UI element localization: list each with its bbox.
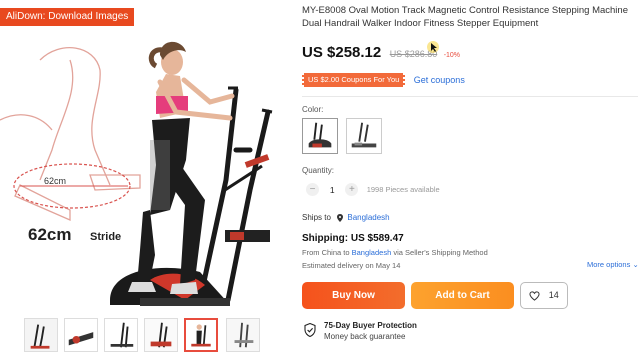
diagram-measure-small: 62cm bbox=[44, 176, 66, 186]
wishlist-button[interactable]: 14 bbox=[520, 282, 568, 309]
shipping-route-suffix: via Seller's Shipping Method bbox=[393, 248, 488, 257]
quantity-decrease-button[interactable]: − bbox=[306, 183, 319, 196]
product-title: MY-E8008 Oval Motion Track Magnetic Cont… bbox=[302, 5, 628, 29]
product-gallery: 62cm 62cm Stride AliDown: Download Image… bbox=[0, 0, 290, 312]
quantity-available: 1998 Pieces available bbox=[366, 185, 440, 194]
color-label: Color: bbox=[302, 105, 324, 114]
quantity-label: Quantity: bbox=[302, 166, 335, 175]
shield-check-icon bbox=[304, 323, 316, 337]
ships-to-row: Ships to Bangladesh bbox=[302, 213, 390, 222]
protection-subtitle: Money back guarantee bbox=[324, 332, 406, 341]
thumbnail-4[interactable] bbox=[144, 318, 178, 352]
thumbnail-5[interactable] bbox=[184, 318, 218, 352]
diagram-measure-large: 62cm bbox=[28, 225, 71, 244]
estimated-delivery: Estimated delivery on May 14 bbox=[302, 261, 401, 270]
coupon-badge[interactable]: US $2.00 Coupons For You bbox=[302, 72, 406, 87]
download-images-badge[interactable]: AliDown: Download Images bbox=[0, 8, 135, 26]
add-to-cart-button[interactable]: Add to Cart bbox=[411, 282, 514, 309]
diagram-caption: Stride bbox=[90, 231, 121, 243]
color-option-1[interactable] bbox=[302, 118, 338, 154]
shipping-route: From China to Bangladesh via Seller's Sh… bbox=[302, 248, 488, 257]
product-info-panel: MY-E8008 Oval Motion Track Magnetic Cont… bbox=[302, 0, 640, 360]
more-options-link[interactable]: More options ⌄ bbox=[587, 260, 639, 269]
thumbnail-3[interactable] bbox=[104, 318, 138, 352]
thumbnail-1[interactable] bbox=[24, 318, 58, 352]
thumbnail-strip bbox=[0, 316, 290, 356]
quantity-value[interactable]: 1 bbox=[321, 185, 343, 195]
mouse-cursor-icon bbox=[427, 41, 439, 53]
buy-now-button[interactable]: Buy Now bbox=[302, 282, 405, 309]
main-product-image[interactable]: 62cm 62cm Stride bbox=[0, 0, 290, 312]
heart-icon bbox=[529, 291, 540, 301]
color-option-2[interactable] bbox=[346, 118, 382, 154]
ships-to-label: Ships to bbox=[302, 213, 331, 222]
current-price: US $258.12 bbox=[302, 44, 382, 61]
protection-title: 75-Day Buyer Protection bbox=[324, 321, 417, 330]
shipping-cost: Shipping: US $589.47 bbox=[302, 233, 404, 244]
ships-to-country-link[interactable]: Bangladesh bbox=[347, 213, 389, 222]
section-divider bbox=[302, 96, 638, 97]
get-coupons-link[interactable]: Get coupons bbox=[414, 75, 465, 85]
thumbnail-6[interactable] bbox=[226, 318, 260, 352]
shipping-route-country-link[interactable]: Bangladesh bbox=[352, 248, 392, 257]
quantity-increase-button[interactable]: + bbox=[345, 183, 359, 196]
thumbnail-2[interactable] bbox=[64, 318, 98, 352]
coupon-row: US $2.00 Coupons For You Get coupons bbox=[302, 71, 465, 87]
shipping-route-prefix: From China to bbox=[302, 248, 350, 257]
location-pin-icon bbox=[337, 213, 344, 222]
wishlist-count: 14 bbox=[548, 290, 559, 300]
discount-badge: -10% bbox=[443, 52, 461, 59]
quantity-stepper: − 1 + 1998 Pieces available bbox=[306, 183, 440, 197]
